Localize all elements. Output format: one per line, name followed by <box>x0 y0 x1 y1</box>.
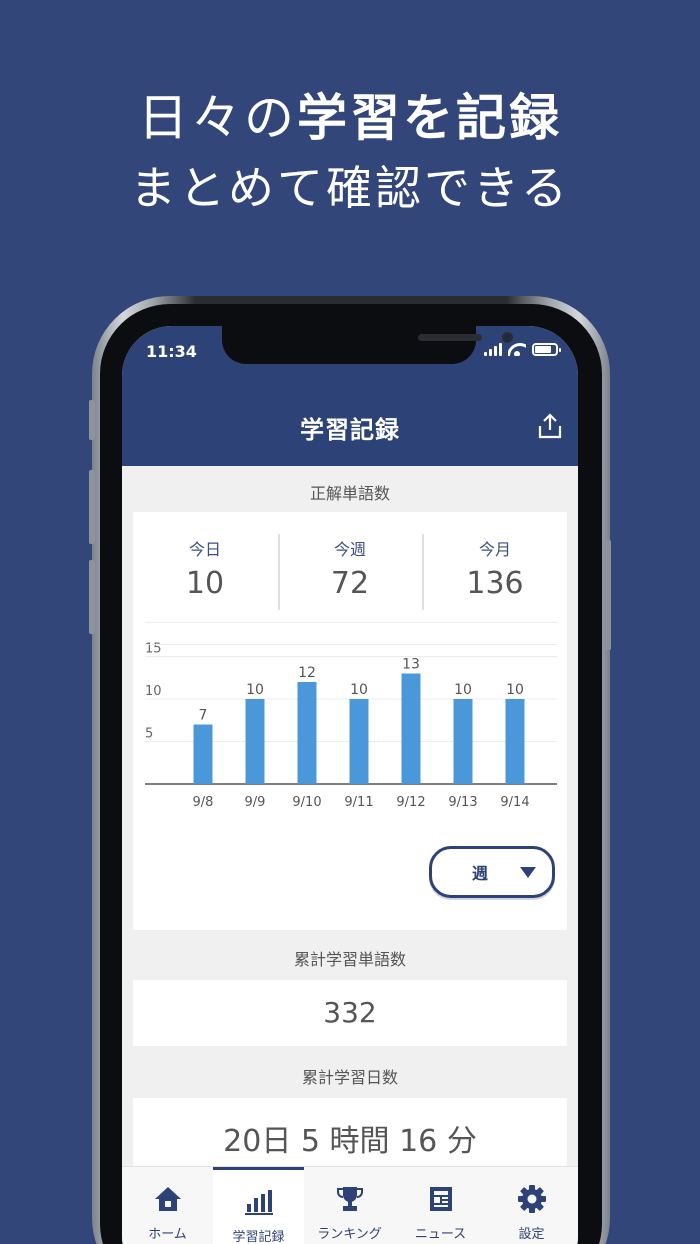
x-tick-label: 9/12 <box>396 795 425 810</box>
notch <box>222 326 513 364</box>
x-tick-label: 9/9 <box>245 795 266 810</box>
stat-week-value: 72 <box>330 566 370 601</box>
volume-up-button <box>89 470 95 544</box>
power-button <box>605 540 611 650</box>
tab-home[interactable]: ホーム <box>122 1167 213 1244</box>
period-select[interactable]: 週 <box>429 846 555 898</box>
chevron-down-icon <box>520 867 536 878</box>
bar-value-label: 10 <box>246 682 264 698</box>
stat-today-value: 10 <box>185 566 225 601</box>
y-tick-label: 15 <box>145 642 162 657</box>
stat-week: 今週 72 <box>278 536 422 601</box>
minutes-unit: 分 <box>446 1124 477 1159</box>
stat-month-value: 136 <box>466 566 524 601</box>
correct-words-chart: 5 10 15 7 9/8 10 9/9 12 9/10 10 9/11 13 9/12 10 9/13 10… <box>145 642 557 810</box>
x-tick-label: 9/8 <box>193 795 214 810</box>
phone-screen: 11:34 学習記録 正解単語数 今日 10 今週 72 今月 136 5 10 1… <box>122 326 578 1244</box>
headline-bold: 学習を記録 <box>297 89 562 147</box>
bar-value-label: 7 <box>199 708 208 724</box>
bar <box>505 699 525 784</box>
days-value: 20 <box>223 1124 262 1159</box>
volume-down-button <box>89 560 95 634</box>
bar-chart-icon <box>244 1190 273 1215</box>
bar-value-label: 12 <box>298 665 316 681</box>
signal-icon <box>484 343 502 356</box>
cumulative-words-label: 累計学習単語数 <box>293 950 406 969</box>
bar <box>193 724 213 784</box>
tab-news-label: ニュース <box>414 1227 467 1242</box>
x-tick-label: 9/14 <box>500 795 529 810</box>
tab-news[interactable]: ニュース <box>395 1167 486 1244</box>
trophy-icon <box>336 1187 363 1211</box>
silent-switch <box>89 400 95 440</box>
minutes-value: 16 <box>399 1124 438 1159</box>
bar-value-label: 10 <box>506 682 524 698</box>
cumulative-days-card: 20日 5 時間 16 分 <box>133 1098 567 1168</box>
tab-bar: ホーム 学習記録 ランキング ニュース 設定 <box>122 1166 578 1244</box>
y-tick-label: 5 <box>145 727 153 742</box>
y-tick-label: 10 <box>145 684 162 699</box>
tab-study-record-label: 学習記録 <box>232 1230 285 1244</box>
status-icons <box>484 343 561 356</box>
bar <box>453 699 473 784</box>
headline-line-2: まとめて確認できる <box>129 161 571 215</box>
x-tick-label: 9/10 <box>292 795 321 810</box>
stat-today: 今日 10 <box>133 536 277 601</box>
tab-settings[interactable]: 設定 <box>486 1167 577 1244</box>
hours-unit: 時間 <box>329 1124 390 1159</box>
tab-study-record[interactable]: 学習記録 <box>213 1167 304 1244</box>
x-tick-label: 9/13 <box>448 795 477 810</box>
cumulative-words-value: 332 <box>323 996 377 1029</box>
hours-value: 5 <box>300 1124 320 1159</box>
correct-words-card: 今日 10 今週 72 今月 136 5 10 15 7 9/8 10 9/9 12 9/10 1… <box>133 512 567 930</box>
headline-plain: 日々の <box>138 89 297 147</box>
tab-ranking-label: ランキング <box>317 1227 382 1242</box>
gear-icon <box>517 1185 546 1213</box>
status-time: 11:34 <box>146 342 197 361</box>
share-icon[interactable] <box>536 412 564 440</box>
stat-today-label: 今日 <box>188 540 221 559</box>
cumulative-days-value: 20日 5 時間 16 分 <box>133 1116 567 1160</box>
tab-settings-label: 設定 <box>518 1227 545 1242</box>
bar-value-label: 10 <box>350 682 368 698</box>
home-icon <box>154 1187 181 1211</box>
cumulative-days-label: 累計学習日数 <box>301 1068 398 1087</box>
bar <box>401 673 421 784</box>
screen-title: 学習記録 <box>300 416 400 444</box>
stat-month: 今月 136 <box>423 536 567 601</box>
stat-month-label: 今月 <box>478 540 511 559</box>
correct-words-label: 正解単語数 <box>309 484 390 503</box>
bar-value-label: 10 <box>454 682 472 698</box>
bar <box>297 682 317 784</box>
days-unit: 日 <box>261 1124 292 1159</box>
x-tick-label: 9/11 <box>344 795 373 810</box>
headline-line-1: 日々の学習を記録 <box>0 78 700 150</box>
stats-divider <box>145 622 557 623</box>
front-camera <box>502 332 513 343</box>
bar <box>245 699 265 784</box>
tab-home-label: ホーム <box>148 1227 187 1242</box>
period-select-value: 週 <box>472 864 489 883</box>
speaker <box>418 334 482 341</box>
bar-value-label: 13 <box>402 657 420 673</box>
battery-icon <box>532 343 561 356</box>
wifi-icon <box>508 343 526 356</box>
cumulative-words-card: 332 <box>133 980 567 1046</box>
bar <box>349 699 369 784</box>
stat-week-label: 今週 <box>333 540 366 559</box>
tab-ranking[interactable]: ランキング <box>304 1167 395 1244</box>
newspaper-icon <box>429 1187 452 1211</box>
